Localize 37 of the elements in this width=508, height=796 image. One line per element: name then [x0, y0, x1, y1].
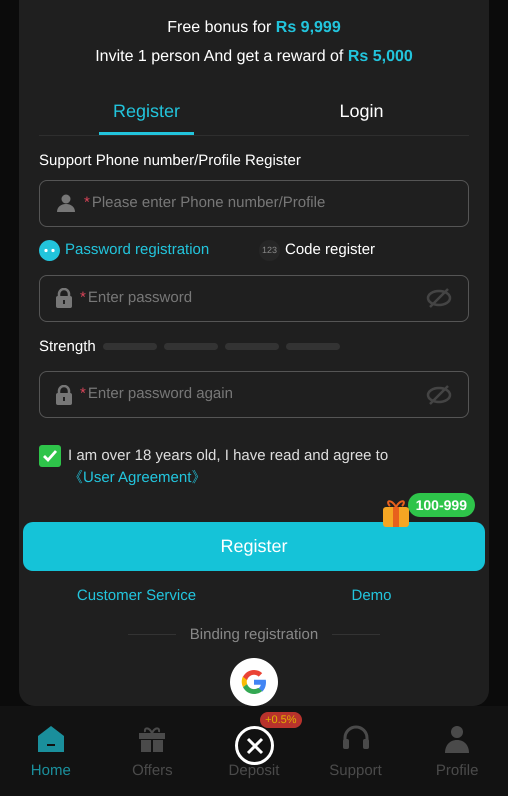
user-agreement-link[interactable]: 《User Agreement》 [68, 469, 206, 486]
reward-badge: 100-999 [408, 493, 475, 517]
required-mark: * [80, 288, 86, 308]
lock-icon [56, 288, 72, 308]
nav-item[interactable]: Home [0, 712, 102, 782]
invite-text: Invite 1 person And get a reward of Rs 5,000 [95, 47, 413, 67]
required-mark: * [80, 384, 86, 404]
check-icon [42, 449, 58, 463]
google-button[interactable] [230, 658, 278, 706]
input-field[interactable]: *Enter password again [39, 371, 469, 418]
g-logo-icon [239, 667, 269, 697]
agreement-checkbox[interactable] [39, 445, 61, 467]
number-icon: 123 [259, 240, 280, 261]
method-option[interactable]: 123 Code register [259, 239, 376, 262]
input-field[interactable]: *Please enter Phone number/Profile [39, 180, 469, 226]
method-option[interactable]: Password registration [39, 239, 259, 262]
required-mark: * [84, 192, 90, 213]
tab[interactable]: Register [98, 91, 194, 135]
dots-icon [39, 240, 60, 261]
tab[interactable]: Login [325, 91, 398, 135]
footer-link[interactable]: Demo [351, 585, 392, 608]
agreement-text: I am over 18 years old, I have read and agree to 《User Agreement》 [68, 446, 390, 488]
close-icon [246, 736, 264, 754]
lock-icon [56, 384, 72, 404]
field-label: Support Phone number/Profile Register [39, 151, 302, 171]
person-icon [56, 193, 76, 213]
placeholder-text: Enter password again [88, 384, 233, 404]
placeholder-text: Enter password [88, 288, 192, 308]
binding-label: Binding registration [190, 624, 318, 644]
strength-label: Strength [39, 336, 96, 356]
footer-link[interactable]: Customer Service [76, 585, 196, 608]
input-field[interactable]: *Enter password [39, 274, 469, 322]
bonus-text: Free bonus for Rs 9,999 [167, 18, 341, 38]
bonus-badge: +0.5% [260, 712, 302, 728]
home-icon [36, 724, 66, 754]
placeholder-text: Please enter Phone number/Profile [92, 192, 326, 213]
close-button[interactable] [235, 726, 274, 765]
